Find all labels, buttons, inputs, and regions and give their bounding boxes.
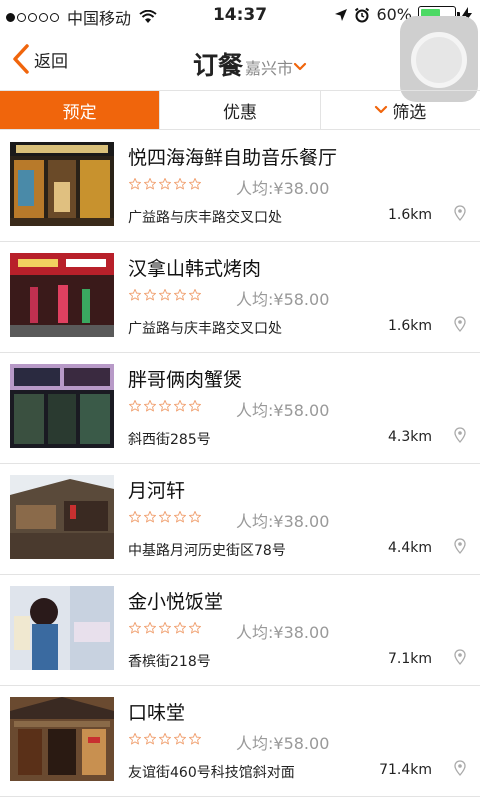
star-outline-icon: [143, 288, 157, 301]
restaurant-distance: 4.4km: [387, 540, 432, 556]
restaurant-list-item[interactable]: 口味堂人均:¥58.00 友谊街460号科技馆斜对面 71.4km: [0, 686, 480, 797]
back-button[interactable]: 返回: [12, 44, 68, 74]
rating-stars: [128, 288, 202, 302]
restaurant-distance: 1.6km: [387, 318, 432, 334]
star-outline-icon: [158, 177, 172, 190]
star-outline-icon: [128, 621, 142, 634]
star-outline-icon: [158, 732, 172, 745]
navigation-bar: 返回 订餐 嘉兴市: [0, 16, 480, 102]
restaurant-list-item[interactable]: 汉拿山韩式烤肉人均:¥58.00 广益路与庆丰路交叉口处 1.6km: [0, 242, 480, 353]
star-outline-icon: [128, 732, 142, 745]
star-outline-icon: [158, 510, 172, 523]
star-outline-icon: [143, 399, 157, 412]
star-outline-icon: [188, 288, 202, 301]
restaurant-list-item[interactable]: 悦四海海鲜自助音乐餐厅人均:¥38.00 广益路与庆丰路交叉口处 1.6km: [0, 131, 480, 242]
star-outline-icon: [173, 621, 187, 634]
restaurant-name: 汉拿山韩式烤肉: [128, 258, 262, 280]
location-arrow-icon: [335, 8, 348, 21]
restaurant-list: 悦四海海鲜自助音乐餐厅 人均:¥38.00 广益路与庆丰路交叉口处 1.6km 汉拿山韩…: [0, 131, 480, 797]
back-label: 返回: [34, 51, 68, 72]
average-price: 人均:¥58.00: [236, 401, 330, 420]
restaurant-name: 月河轩: [128, 480, 186, 502]
star-outline-icon: [188, 510, 202, 523]
city-label: 嘉兴市: [245, 59, 294, 78]
alarm-icon: [355, 7, 370, 22]
restaurant-distance: 7.1km: [387, 651, 432, 667]
map-pin-icon: [454, 316, 466, 332]
star-outline-icon: [143, 732, 157, 745]
star-outline-icon: [173, 177, 187, 190]
star-outline-icon: [173, 399, 187, 412]
star-outline-icon: [173, 288, 187, 301]
tab-label: 优惠: [222, 102, 257, 123]
average-price: 人均:¥58.00: [236, 290, 330, 309]
restaurant-photo: [10, 142, 114, 226]
restaurant-photo: [10, 475, 114, 559]
chevron-down-icon: [293, 62, 307, 71]
star-outline-icon: [188, 621, 202, 634]
restaurant-photo: [10, 586, 114, 670]
chevron-down-icon: [375, 105, 388, 114]
star-outline-icon: [188, 732, 202, 745]
city-selector[interactable]: 嘉兴市: [245, 55, 307, 79]
rating-stars: [128, 510, 202, 524]
map-pin-icon: [454, 538, 466, 554]
restaurant-photo: [10, 697, 114, 781]
map-pin-icon: [454, 649, 466, 665]
star-outline-icon: [158, 621, 172, 634]
tab-filter[interactable]: 筛选: [321, 91, 480, 129]
rating-stars: [128, 177, 202, 191]
star-outline-icon: [128, 399, 142, 412]
average-price: 人均:¥58.00: [236, 734, 330, 753]
restaurant-name: 悦四海海鲜自助音乐餐厅: [128, 147, 338, 169]
restaurant-name: 胖哥俩肉蟹煲: [128, 369, 243, 391]
restaurant-address: 中基路月河历史街区78号: [128, 543, 286, 559]
tab-label: 筛选: [392, 102, 427, 123]
restaurant-list-item[interactable]: 金小悦饭堂 人均:¥38.00 香槟街218号 7.1km: [0, 575, 480, 686]
restaurant-address: 友谊街460号科技馆斜对面: [128, 765, 295, 781]
rating-stars: [128, 621, 202, 635]
star-outline-icon: [158, 288, 172, 301]
average-price: 人均:¥38.00: [236, 179, 330, 198]
star-outline-icon: [128, 510, 142, 523]
restaurant-distance: 1.6km: [387, 207, 432, 223]
map-pin-icon: [454, 427, 466, 443]
star-outline-icon: [188, 177, 202, 190]
restaurant-distance: 4.3km: [387, 429, 432, 445]
star-outline-icon: [143, 510, 157, 523]
map-pin-icon: [454, 760, 466, 776]
tab-reserve[interactable]: 预定: [0, 91, 161, 129]
restaurant-list-item[interactable]: 胖哥俩肉蟹煲人均:¥58.00 斜西街285号 4.3km: [0, 353, 480, 464]
restaurant-list-item[interactable]: 月河轩人均:¥38.00 中基路月河历史街区78号 4.4km: [0, 464, 480, 575]
restaurant-address: 香槟街218号: [128, 654, 211, 670]
chevron-left-icon: [13, 44, 29, 74]
star-outline-icon: [173, 732, 187, 745]
assistive-touch-circle: [411, 32, 467, 88]
restaurant-photo: [10, 364, 114, 448]
rating-stars: [128, 732, 202, 746]
star-outline-icon: [188, 399, 202, 412]
rating-stars: [128, 399, 202, 413]
restaurant-address: 斜西街285号: [128, 432, 211, 448]
star-outline-icon: [128, 177, 142, 190]
star-outline-icon: [128, 288, 142, 301]
star-outline-icon: [158, 399, 172, 412]
restaurant-name: 金小悦饭堂: [128, 591, 224, 613]
tab-discount[interactable]: 优惠: [160, 91, 321, 129]
restaurant-distance: 71.4km: [379, 762, 432, 778]
restaurant-address: 广益路与庆丰路交叉口处: [128, 210, 282, 226]
restaurant-photo: [10, 253, 114, 337]
average-price: 人均:¥38.00: [236, 623, 330, 642]
tab-bar: 预定 优惠 筛选: [0, 90, 480, 130]
star-outline-icon: [143, 177, 157, 190]
map-pin-icon: [454, 205, 466, 221]
restaurant-address: 广益路与庆丰路交叉口处: [128, 321, 282, 337]
restaurant-name: 口味堂: [128, 702, 186, 724]
star-outline-icon: [143, 621, 157, 634]
star-outline-icon: [173, 510, 187, 523]
tab-label: 预定: [62, 102, 97, 123]
page-title: 订餐: [193, 51, 244, 80]
average-price: 人均:¥38.00: [236, 512, 330, 531]
